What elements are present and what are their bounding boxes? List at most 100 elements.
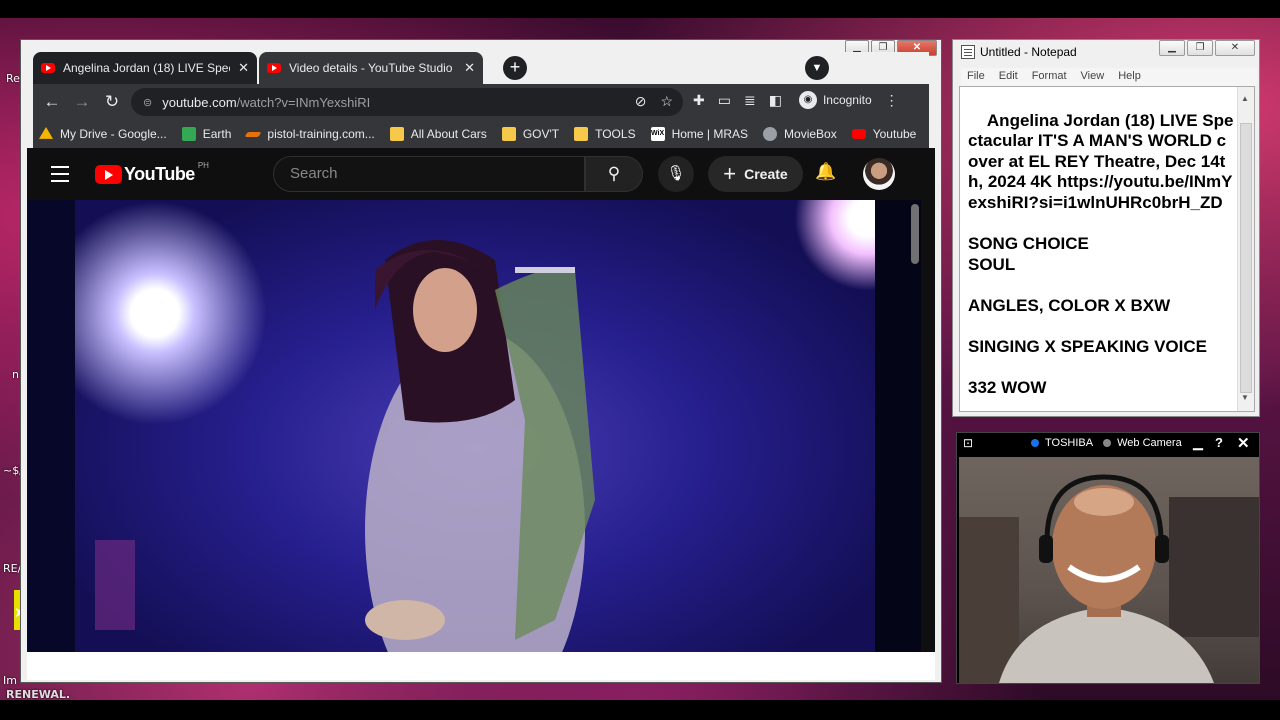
bookmark-moviebox[interactable]: MovieBox: [763, 127, 837, 141]
folder-icon: [501, 127, 516, 141]
status-dot-icon: [1103, 439, 1112, 447]
bookmark-govt[interactable]: GOV'T: [501, 127, 559, 141]
video-letterbox-right: [875, 200, 921, 652]
webcam-window: ⊡ TOSHIBA Web Camera ▁ ? ✕: [956, 432, 1260, 684]
minimize-icon[interactable]: ▁: [1193, 435, 1203, 451]
snapshot-icon[interactable]: ⊡: [963, 436, 973, 450]
chrome-window: ▁ ❐ ✕ Angelina Jordan (18) LIVE Specta ✕…: [20, 39, 942, 683]
notepad-menubar: File Edit Format View Help: [961, 68, 1257, 86]
tab-title: Angelina Jordan (18) LIVE Specta: [63, 61, 231, 75]
close-icon[interactable]: ✕: [1237, 434, 1250, 452]
browser-toolbar: ← → ↻ ⊜ youtube.com /watch?v=INmYexshiRI…: [33, 84, 929, 120]
new-tab-button[interactable]: +: [503, 56, 527, 80]
bottom-letterbox: [0, 700, 1280, 720]
create-button[interactable]: + Create: [708, 156, 803, 192]
create-label: Create: [744, 166, 788, 182]
webcam-device: TOSHIBA: [1045, 437, 1094, 449]
bookmarks-bar: My Drive - Google... Earth pistol-traini…: [33, 120, 929, 148]
youtube-page: YouTube PH Search ⚲ 🎙 + Create 🔔: [27, 148, 935, 652]
webcam-feed: [959, 457, 1259, 683]
video-letterbox-left: [27, 200, 75, 652]
bookmark-home-mras[interactable]: WiX Home | MRAS: [650, 127, 748, 141]
notifications-bell-icon[interactable]: 🔔: [815, 162, 836, 182]
tab-title: Video details - YouTube Studio: [289, 61, 453, 75]
notepad-text-area[interactable]: Angelina Jordan (18) LIVE Spectacular IT…: [959, 86, 1255, 412]
bookmark-pistol-training[interactable]: pistol-training.com...: [244, 127, 375, 141]
notepad-window-controls: ▁ ❐ ✕: [1159, 40, 1255, 56]
incognito-profile-button[interactable]: ◉ Incognito: [798, 91, 872, 109]
youtube-wordmark: YouTube: [124, 164, 195, 184]
minimize-button[interactable]: ▁: [1159, 40, 1185, 56]
reading-list-icon[interactable]: ≣: [744, 92, 756, 109]
avatar[interactable]: [863, 158, 895, 190]
pistol-icon: [244, 131, 262, 137]
notepad-titlebar: Untitled - Notepad: [961, 45, 1077, 59]
side-panel-icon[interactable]: ◧: [769, 92, 782, 109]
close-tab-icon[interactable]: ✕: [464, 60, 475, 76]
tracking-blocked-icon[interactable]: ⊘: [635, 93, 647, 110]
plus-icon: +: [723, 161, 737, 186]
site-info-icon[interactable]: ⊜: [143, 96, 152, 109]
page-below-video: [27, 652, 935, 680]
menu-hamburger-icon[interactable]: [51, 166, 69, 187]
tab-youtube-video[interactable]: Angelina Jordan (18) LIVE Specta ✕: [33, 52, 257, 84]
bookmark-tools[interactable]: TOOLS: [574, 127, 636, 141]
desktop-label: n: [12, 368, 19, 381]
forward-arrow-icon[interactable]: →: [67, 92, 97, 112]
tab-youtube-studio[interactable]: Video details - YouTube Studio ✕: [259, 52, 483, 84]
search-button[interactable]: ⚲: [585, 156, 643, 192]
reload-icon[interactable]: ↻: [97, 92, 127, 112]
desktop-bottom-text: RENEWAL.: [6, 688, 71, 701]
scroll-down-icon[interactable]: ▼: [1241, 388, 1249, 409]
incognito-label: Incognito: [822, 93, 872, 107]
cast-icon[interactable]: ▭: [718, 92, 731, 109]
notepad-content: Angelina Jordan (18) LIVE Spectacular IT…: [968, 110, 1234, 398]
notepad-scrollbar[interactable]: ▲ ▼: [1237, 87, 1254, 411]
search-input[interactable]: Search: [273, 156, 585, 192]
url-path: /watch?v=INmYexshiRI: [236, 94, 371, 110]
tab-strip: Angelina Jordan (18) LIVE Specta ✕ Video…: [33, 52, 929, 84]
desktop-label: Im: [3, 674, 17, 687]
voice-search-mic-icon[interactable]: 🎙: [658, 156, 694, 192]
youtube-favicon-icon: [267, 63, 281, 73]
page-scrollbar[interactable]: [911, 204, 919, 264]
close-tab-icon[interactable]: ✕: [238, 60, 249, 76]
notepad-title: Untitled - Notepad: [980, 45, 1077, 59]
menu-file[interactable]: File: [967, 70, 985, 86]
menu-help[interactable]: Help: [1118, 70, 1141, 86]
help-icon[interactable]: ?: [1215, 435, 1223, 450]
bookmark-all-about-cars[interactable]: All About Cars: [389, 127, 487, 141]
youtube-masthead: YouTube PH Search ⚲ 🎙 + Create 🔔: [27, 148, 935, 200]
bookmark-star-icon[interactable]: ☆: [660, 93, 673, 110]
address-bar[interactable]: ⊜ youtube.com /watch?v=INmYexshiRI ⊘ ☆: [131, 88, 683, 116]
wix-icon: WiX: [650, 127, 665, 141]
scroll-thumb[interactable]: [1240, 123, 1252, 393]
bookmark-earth[interactable]: Earth: [181, 127, 231, 141]
menu-view[interactable]: View: [1081, 70, 1105, 86]
performer-frame-image: [95, 240, 595, 652]
maximize-button[interactable]: ❐: [1187, 40, 1213, 56]
bookmark-youtube[interactable]: Youtube: [851, 127, 916, 141]
webcam-person-image: [959, 474, 1259, 683]
back-arrow-icon[interactable]: ←: [37, 92, 67, 112]
bookmark-my-drive[interactable]: My Drive - Google...: [39, 127, 167, 141]
close-window-button[interactable]: ✕: [1215, 40, 1255, 56]
chrome-menu-icon[interactable]: ⋮: [885, 92, 899, 109]
desktop-label: Re: [6, 72, 20, 85]
tab-search-chevron-icon[interactable]: ▼: [805, 56, 829, 80]
desktop-label: RE/: [3, 562, 22, 575]
menu-edit[interactable]: Edit: [999, 70, 1018, 86]
folder-icon: [389, 127, 404, 141]
drive-icon: [39, 127, 53, 139]
search-icon: ⚲: [607, 164, 621, 183]
menu-format[interactable]: Format: [1032, 70, 1067, 86]
notepad-icon: [961, 45, 975, 59]
youtube-logo[interactable]: YouTube PH: [95, 161, 209, 185]
youtube-play-icon: [95, 165, 122, 184]
notepad-window: Untitled - Notepad ▁ ❐ ✕ File Edit Forma…: [952, 39, 1260, 417]
top-letterbox: [0, 0, 1280, 18]
extensions-puzzle-icon[interactable]: ✚: [693, 92, 705, 109]
video-player[interactable]: [75, 200, 875, 652]
scroll-up-icon[interactable]: ▲: [1241, 89, 1249, 110]
earth-icon: [181, 127, 196, 141]
